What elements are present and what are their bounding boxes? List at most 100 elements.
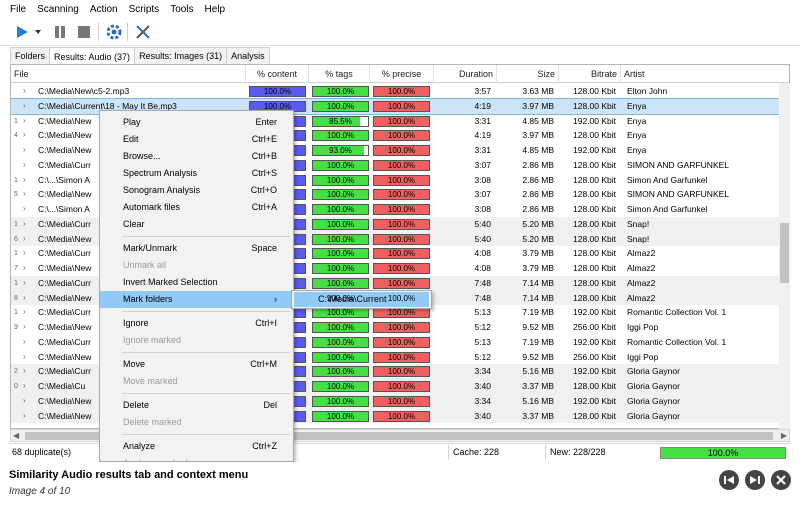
expand-chevron-icon[interactable]: › (23, 409, 26, 424)
menu-item-move[interactable]: Move Ctrl+M (100, 356, 293, 373)
scroll-left-icon[interactable]: ◀ (13, 431, 19, 440)
size-cell: 9.52 MB (522, 351, 554, 362)
tags-bar-label: 100.0% (326, 382, 355, 391)
status-new: New: 228/228 (550, 447, 606, 457)
submenu-arrow-icon: › (274, 294, 277, 304)
menu-item-label: Mark/Unmark (123, 243, 178, 253)
first-image-button[interactable] (719, 470, 739, 490)
menu-item-invert-marked-selection[interactable]: Invert Marked Selection (100, 274, 293, 291)
menu-item-play[interactable]: Play Enter (100, 114, 293, 131)
artist-cell: Romantic Collection Vol. 1 (627, 307, 727, 318)
menu-file[interactable]: File (10, 4, 26, 15)
expand-chevron-icon[interactable]: › (23, 128, 26, 143)
expand-chevron-icon[interactable]: › (23, 84, 26, 99)
settings-gear-icon[interactable] (104, 22, 124, 42)
bitrate-cell: 192.00 Kbit (572, 145, 616, 155)
expand-chevron-icon[interactable]: › (23, 291, 26, 306)
expand-chevron-icon[interactable]: › (23, 320, 26, 335)
tab-folders[interactable]: Folders (10, 47, 51, 64)
expand-chevron-icon[interactable]: › (23, 246, 26, 261)
menu-help[interactable]: Help (205, 4, 226, 15)
stop-icon[interactable] (74, 22, 94, 42)
menu-action[interactable]: Action (90, 4, 118, 15)
expand-chevron-icon[interactable]: › (23, 173, 26, 188)
column-header-tags[interactable]: % tags (309, 65, 370, 83)
menu-item-edit[interactable]: Edit Ctrl+E (100, 131, 293, 148)
duration-cell: 3:31 (474, 145, 491, 155)
duration-cell: 3:57 (474, 86, 491, 96)
column-header-size[interactable]: Size (497, 65, 559, 83)
precise-bar-label: 100.0% (387, 190, 416, 200)
menu-item-browse[interactable]: Browse... Ctrl+B (100, 148, 293, 165)
menu-tools[interactable]: Tools (170, 4, 193, 15)
vertical-scroll-thumb[interactable] (780, 223, 789, 283)
menu-separator (122, 311, 290, 312)
dropdown-arrow-icon[interactable] (33, 22, 43, 42)
precise-bar: 100.0% (373, 218, 430, 230)
duration-cell: 5:40 (474, 233, 491, 244)
expand-chevron-icon[interactable]: › (23, 350, 26, 365)
expand-chevron-icon[interactable]: › (23, 143, 26, 158)
expand-chevron-icon[interactable]: › (23, 335, 26, 350)
tab-analysis[interactable]: Analysis (226, 47, 270, 64)
expand-chevron-icon[interactable]: › (23, 305, 26, 320)
context-menu: Play Enter Edit Ctrl+E Browse... Ctrl+B Spectr… (99, 110, 294, 462)
vertical-scrollbar[interactable] (779, 83, 790, 429)
play-icon[interactable] (12, 22, 32, 42)
expand-chevron-icon[interactable]: › (23, 276, 26, 291)
artist-cell: Gloria Gaynor (627, 395, 680, 406)
precise-bar-label: 100.0% (387, 367, 416, 377)
menu-separator (122, 434, 290, 435)
menu-item-label: Move (123, 359, 146, 369)
group-number: 7 (14, 265, 18, 272)
menu-item-automark-files[interactable]: Automark files Ctrl+A (100, 199, 293, 216)
expand-chevron-icon[interactable]: › (23, 232, 26, 247)
artist-cell: Almaz2 (627, 277, 656, 288)
bitrate-cell: 128.00 Kbit (572, 174, 616, 185)
column-header-content[interactable]: % content (246, 65, 309, 83)
duration-cell: 3:34 (474, 366, 491, 377)
menu-item-spectrum-analysis[interactable]: Spectrum Analysis Ctrl+S (100, 165, 293, 182)
expand-chevron-icon[interactable]: › (23, 261, 26, 276)
expand-chevron-icon[interactable]: › (23, 114, 26, 129)
menu-item-analyze[interactable]: Analyze Ctrl+Z (100, 438, 293, 455)
tags-bar: 85.5% (312, 115, 369, 127)
column-header-bitrate[interactable]: Bitrate (559, 65, 621, 83)
expand-chevron-icon[interactable]: › (23, 187, 26, 202)
tab-results-images[interactable]: Results: Images (31) (134, 47, 228, 64)
menu-item-ignore[interactable]: Ignore Ctrl+I (100, 315, 293, 332)
expand-chevron-icon[interactable]: › (23, 158, 26, 173)
next-image-button[interactable] (745, 470, 765, 490)
tab-results-audio[interactable]: Results: Audio (37) (49, 47, 136, 65)
expand-chevron-icon[interactable]: › (23, 394, 26, 409)
size-cell: 2.86 MB (522, 189, 554, 200)
menu-scanning[interactable]: Scanning (37, 4, 79, 15)
precise-bar: 100.0% (373, 410, 430, 422)
column-header-precise[interactable]: % precise (370, 65, 434, 83)
tags-bar: 100.0% (312, 218, 369, 230)
pause-icon[interactable] (50, 22, 70, 42)
expand-chevron-icon[interactable]: › (23, 364, 26, 379)
bitrate-cell: 128.00 Kbit (572, 263, 616, 273)
table-row[interactable]: › C:\Media\New\c5-2.mp3 100.0% 100.0% 100.0%… (11, 84, 781, 99)
menu-item-sonogram-analysis[interactable]: Sonogram Analysis Ctrl+O (100, 182, 293, 199)
bitrate-cell: 128.00 Kbit (572, 86, 616, 96)
tags-bar: 93.0% (312, 145, 369, 156)
duration-cell: 3:07 (474, 159, 491, 170)
expand-chevron-icon[interactable]: › (23, 99, 26, 114)
menu-item-mark-folders[interactable]: Mark folders › (100, 291, 293, 308)
scroll-right-icon[interactable]: ▶ (781, 431, 787, 440)
expand-chevron-icon[interactable]: › (23, 202, 26, 217)
column-header-duration[interactable]: Duration (434, 65, 497, 83)
precise-bar-label: 100.0% (387, 396, 416, 406)
expand-chevron-icon[interactable]: › (23, 379, 26, 394)
menu-scripts[interactable]: Scripts (129, 4, 160, 15)
close-button[interactable] (771, 470, 791, 490)
column-header-artist[interactable]: Artist (621, 65, 789, 83)
menu-item-clear[interactable]: Clear (100, 216, 293, 233)
tools-icon[interactable] (133, 22, 153, 42)
menu-item-mark-unmark[interactable]: Mark/Unmark Space (100, 240, 293, 257)
column-header-file[interactable]: File (11, 65, 246, 83)
menu-item-delete[interactable]: Delete Del (100, 397, 293, 414)
expand-chevron-icon[interactable]: › (23, 217, 26, 232)
